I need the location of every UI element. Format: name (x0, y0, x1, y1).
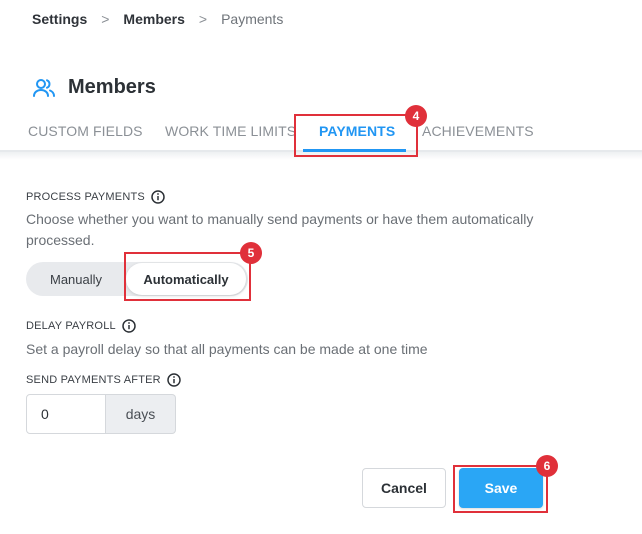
delay-payroll-label-text: DELAY PAYROLL (26, 320, 116, 332)
send-after-input-group: days (26, 394, 176, 434)
tab-custom-fields[interactable]: CUSTOM FIELDS (28, 123, 143, 139)
tab-bar: CUSTOM FIELDS WORK TIME LIMITS PAYMENTS … (0, 114, 642, 160)
users-icon (33, 78, 55, 97)
info-icon[interactable] (122, 319, 136, 333)
save-button[interactable]: Save (459, 468, 543, 508)
process-payments-label-text: PROCESS PAYMENTS (26, 191, 145, 203)
breadcrumb: Settings > Members > Payments (32, 11, 283, 27)
automatically-option[interactable]: Automatically (126, 263, 246, 295)
delay-payroll-description: Set a payroll delay so that all payments… (26, 341, 428, 357)
tab-work-time-limits[interactable]: WORK TIME LIMITS (165, 123, 296, 139)
process-payments-label: PROCESS PAYMENTS (26, 190, 165, 204)
chevron-right-icon: > (198, 11, 208, 27)
process-payments-description: Choose whether you want to manually send… (26, 211, 534, 248)
settings-page: Settings > Members > Payments Members CU… (0, 0, 642, 534)
info-icon[interactable] (167, 373, 181, 387)
breadcrumb-members[interactable]: Members (123, 11, 184, 27)
tab-shadow (0, 152, 642, 160)
send-payments-after-label-text: SEND PAYMENTS AFTER (26, 374, 161, 386)
send-payments-after-label: SEND PAYMENTS AFTER (26, 373, 181, 387)
annotation-badge-6: 6 (536, 455, 558, 477)
page-title: Members (68, 76, 156, 98)
info-icon[interactable] (151, 190, 165, 204)
send-after-days-input[interactable] (26, 394, 106, 434)
process-payments-toggle: Manually Automatically (26, 262, 248, 296)
delay-payroll-label: DELAY PAYROLL (26, 319, 136, 333)
annotation-badge-4: 4 (405, 105, 427, 127)
days-unit-label: days (106, 394, 176, 434)
chevron-right-icon: > (101, 11, 110, 27)
breadcrumb-payments: Payments (221, 11, 284, 27)
breadcrumb-settings[interactable]: Settings (32, 11, 87, 27)
cancel-button[interactable]: Cancel (362, 468, 446, 508)
page-header: Members (32, 76, 156, 99)
tab-payments[interactable]: PAYMENTS (319, 123, 395, 139)
manually-option[interactable]: Manually (26, 262, 126, 296)
tab-achievements[interactable]: ACHIEVEMENTS (422, 123, 534, 139)
annotation-badge-5: 5 (240, 242, 262, 264)
